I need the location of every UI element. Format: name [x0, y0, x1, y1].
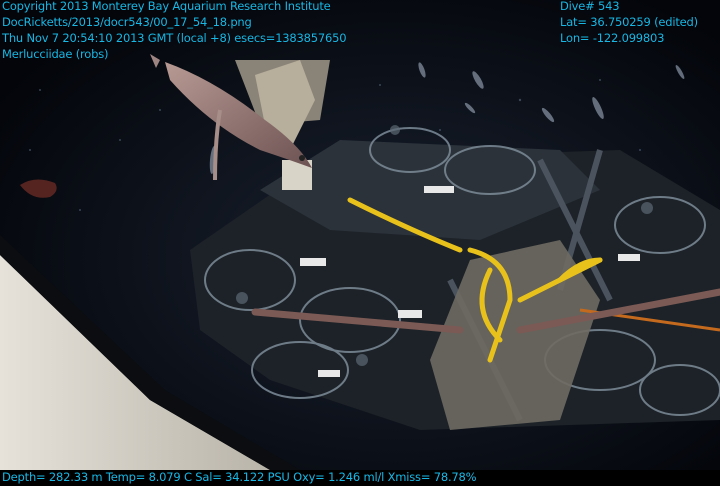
copyright-text: Copyright 2013 Monterey Bay Aquarium Res…	[2, 0, 331, 13]
latitude-text: Lat= 36.750259 (edited)	[560, 15, 698, 29]
taxon-label: Merlucciidae (robs)	[2, 47, 109, 61]
sensor-readout: Depth= 282.33 m Temp= 8.079 C Sal= 34.12…	[2, 470, 477, 484]
underwater-scene	[0, 0, 720, 470]
image-path-text: DocRicketts/2013/docr543/00_17_54_18.png	[2, 15, 252, 29]
video-frame: Copyright 2013 Monterey Bay Aquarium Res…	[0, 0, 720, 486]
dive-number: Dive# 543	[560, 0, 620, 13]
timestamp-text: Thu Nov 7 20:54:10 2013 GMT (local +8) e…	[2, 31, 347, 45]
longitude-text: Lon= -122.099803	[560, 31, 665, 45]
overlay-top-right: Dive# 543 Lat= 36.750259 (edited) Lon= -…	[560, 0, 698, 46]
overlay-top-left: Copyright 2013 Monterey Bay Aquarium Res…	[2, 0, 347, 62]
